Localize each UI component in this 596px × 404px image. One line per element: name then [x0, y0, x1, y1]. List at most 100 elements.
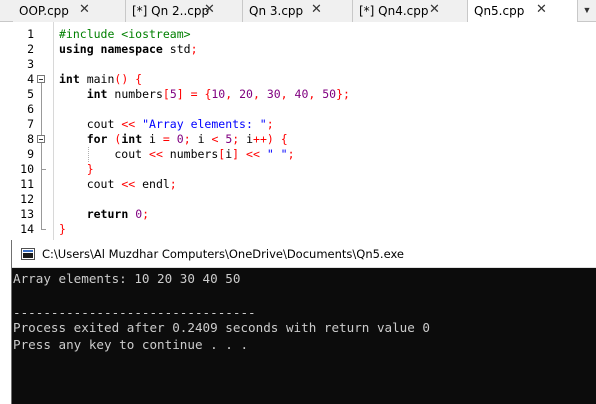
code-token: i	[142, 132, 163, 146]
code-text[interactable]: }	[59, 222, 66, 237]
console-line: Press any key to continue . . .	[13, 337, 249, 352]
code-token: ;	[169, 177, 177, 191]
code-line[interactable]: 14}	[0, 222, 596, 237]
code-line[interactable]: 3	[0, 57, 596, 72]
code-token: 0	[176, 132, 184, 146]
code-token: ++) {	[253, 132, 288, 146]
code-token: }	[59, 222, 66, 236]
line-number: 7	[27, 117, 34, 131]
tab-label: Qn 3.cpp	[249, 4, 304, 18]
code-line[interactable]: 1 #include <iostream>	[0, 27, 596, 42]
code-token: 50	[322, 87, 337, 101]
code-line[interactable]: 7 cout << "Array elements: ";	[0, 117, 596, 132]
close-icon[interactable]: ✕	[429, 0, 440, 20]
code-line[interactable]: 6	[0, 102, 596, 117]
line-number: 8	[27, 132, 34, 146]
line-number: 14	[20, 222, 34, 236]
code-line[interactable]: 9 cout << numbers[i] << " ";	[0, 147, 596, 162]
line-number: 10	[20, 162, 34, 176]
code-line[interactable]: 5 int numbers[5] = {10, 20, 30, 40, 50};	[0, 87, 596, 102]
code-token: std	[162, 42, 191, 56]
code-token: (	[107, 132, 122, 146]
code-text[interactable]: cout << endl;	[59, 177, 177, 192]
code-token: ;	[183, 132, 198, 146]
editor-tab-bar: OOP.cpp ✕ [*] Qn 2..cpp ✕ Qn 3.cpp ✕ [*]…	[0, 0, 596, 23]
line-number: 3	[27, 57, 34, 71]
code-line[interactable]: 12	[0, 192, 596, 207]
fold-end-marker	[41, 169, 46, 170]
code-token: ,	[308, 87, 323, 101]
code-text[interactable]: for (int i = 0; i < 5; i++) {	[59, 132, 288, 147]
code-line[interactable]: 13 return 0;	[0, 207, 596, 222]
code-line[interactable]: 2 using namespace std;	[0, 42, 596, 57]
tab-qn2-cpp[interactable]: [*] Qn 2..cpp ✕	[126, 0, 243, 22]
code-text[interactable]: }	[59, 162, 94, 177]
code-token: return	[86, 207, 129, 221]
close-icon[interactable]: ✕	[311, 0, 322, 20]
line-number: 5	[27, 87, 34, 101]
code-token: };	[336, 87, 350, 101]
code-text[interactable]: int numbers[5] = {10, 20, 30, 40, 50};	[59, 87, 350, 102]
code-token: <<	[121, 177, 136, 191]
code-token: cout	[59, 177, 122, 191]
close-icon[interactable]: ✕	[79, 0, 90, 20]
close-icon[interactable]: ✕	[204, 0, 215, 20]
tab-qn3-cpp[interactable]: Qn 3.cpp ✕	[243, 0, 353, 22]
code-text[interactable]: return 0;	[59, 207, 149, 222]
code-token: int	[86, 87, 108, 101]
line-number: 9	[27, 147, 34, 161]
code-token: numbers	[107, 87, 163, 101]
code-token: 30	[266, 87, 281, 101]
code-text[interactable]: int main() {	[59, 72, 142, 87]
code-line[interactable]: 10 }	[0, 162, 596, 177]
code-token: numbers	[162, 147, 219, 161]
code-token: int	[59, 72, 80, 86]
code-token: ] = {	[176, 87, 212, 101]
fold-toggle-icon[interactable]	[37, 75, 45, 83]
code-line[interactable]: 4 int main() {	[0, 72, 596, 87]
tab-oop-cpp[interactable]: OOP.cpp ✕	[13, 0, 126, 22]
console-title-bar[interactable]: C:\Users\Al Muzdhar Computers\OneDrive\D…	[12, 240, 596, 268]
code-token: using namespace	[59, 42, 163, 56]
code-token: ,	[225, 87, 240, 101]
code-token: ;	[232, 132, 247, 146]
tab-label: [*] Qn4.cpp	[359, 4, 429, 18]
code-token: ;	[287, 147, 295, 161]
code-line[interactable]: 11 cout << endl;	[0, 177, 596, 192]
code-token: <<	[246, 147, 260, 161]
code-token: #include <iostream>	[59, 27, 191, 41]
fold-end-marker	[41, 229, 46, 230]
code-token: main	[79, 72, 115, 86]
code-token: i	[246, 132, 254, 146]
console-line: Process exited after 0.2409 seconds with…	[13, 320, 431, 335]
code-text[interactable]: cout << "Array elements: ";	[59, 117, 274, 132]
console-output[interactable]: Array elements: 10 20 30 40 50 ---------…	[12, 268, 596, 404]
tab-scroll-down-icon[interactable]: ▼	[577, 0, 596, 21]
code-token: i	[197, 132, 212, 146]
code-token: 5	[169, 87, 177, 101]
code-token: 20	[239, 87, 253, 101]
tab-label: Qn5.cpp	[474, 4, 525, 18]
code-text[interactable]: #include <iostream>	[59, 27, 191, 42]
console-window[interactable]: C:\Users\Al Muzdhar Computers\OneDrive\D…	[11, 240, 596, 404]
code-line[interactable]: 8 for (int i = 0; i < 5; i++) {	[0, 132, 596, 147]
code-token: ;	[142, 207, 150, 221]
tab-qn4-cpp[interactable]: [*] Qn4.cpp ✕	[353, 0, 468, 22]
fold-guide	[41, 143, 42, 169]
code-token: 40	[294, 87, 309, 101]
code-token: cout	[59, 147, 150, 161]
close-icon[interactable]: ✕	[536, 0, 547, 20]
code-text[interactable]: cout << numbers[i] << " ";	[59, 147, 295, 162]
tab-qn5-cpp[interactable]: Qn5.cpp ✕	[468, 0, 578, 23]
code-token: }	[86, 162, 94, 176]
console-line: Array elements: 10 20 30 40 50	[13, 271, 241, 286]
code-text[interactable]: using namespace std;	[59, 42, 198, 57]
line-number: 4	[27, 72, 34, 86]
fold-toggle-icon[interactable]	[37, 135, 45, 143]
code-token: ;	[190, 42, 198, 56]
code-editor[interactable]: 1 #include <iostream> 2 using namespace std…	[0, 22, 596, 240]
line-number: 13	[20, 207, 34, 221]
